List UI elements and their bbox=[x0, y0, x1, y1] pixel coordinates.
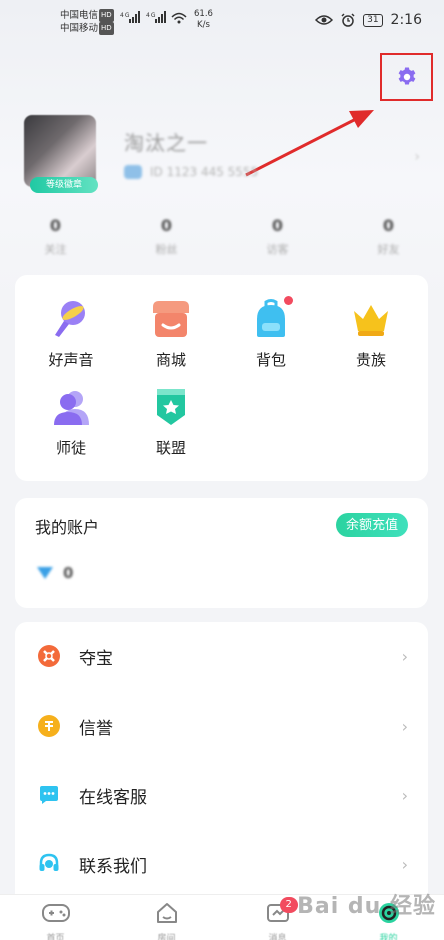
diamond-icon bbox=[37, 567, 53, 579]
feature-backpack[interactable]: 背包 bbox=[223, 296, 319, 370]
menu-item-contact-us[interactable]: 联系我们 › bbox=[15, 830, 428, 898]
tab-home[interactable]: 首页 bbox=[0, 895, 111, 940]
battery-indicator: 31 bbox=[363, 13, 383, 27]
carrier-1: 中国电信 bbox=[60, 10, 99, 21]
profile-tab-icon bbox=[378, 903, 399, 923]
status-right: 31 2:16 bbox=[315, 12, 422, 28]
user-id: ID 1123 445 5555 bbox=[124, 165, 258, 179]
hd-badge: HD bbox=[99, 9, 114, 22]
carrier-2: 中国移动 bbox=[60, 23, 99, 34]
notification-dot bbox=[284, 296, 293, 305]
menu-item-credit[interactable]: 信誉 › bbox=[15, 692, 428, 760]
credit-icon bbox=[38, 715, 60, 737]
signal-icon: 4G 4G bbox=[120, 11, 187, 24]
network-speed: 61.6 K/s bbox=[194, 9, 213, 30]
tab-mine[interactable]: 我的 bbox=[333, 895, 444, 940]
feature-good-voice[interactable]: 好声音 bbox=[23, 297, 119, 370]
id-icon bbox=[124, 165, 142, 179]
tab-room[interactable]: 房间 bbox=[111, 895, 222, 940]
stat-item[interactable]: 0 好友 bbox=[333, 216, 444, 266]
headset-icon bbox=[39, 853, 59, 871]
microphone-icon bbox=[49, 297, 93, 341]
treasure-icon bbox=[38, 645, 60, 667]
crown-icon bbox=[349, 297, 393, 341]
chat-icon bbox=[40, 786, 58, 804]
alarm-icon bbox=[341, 13, 355, 27]
account-card: 我的账户 余额充值 0 bbox=[15, 498, 428, 608]
stats-row: 0 关注 0 粉丝 0 访客 0 好友 bbox=[0, 216, 444, 266]
signal-icons: 4G 4G bbox=[120, 9, 190, 27]
profile-header[interactable]: 等级徽章 淘汰之一 ID 1123 445 5555 › bbox=[24, 115, 424, 195]
gear-icon bbox=[398, 67, 415, 85]
chevron-right-icon: › bbox=[414, 149, 420, 165]
clock: 2:16 bbox=[390, 12, 422, 28]
account-title: 我的账户 bbox=[35, 518, 100, 537]
tab-messages[interactable]: 2 消息 bbox=[222, 895, 333, 940]
chevron-right-icon: › bbox=[401, 785, 408, 805]
hd-badge: HD bbox=[99, 22, 114, 35]
nickname: 淘汰之一 bbox=[124, 131, 208, 155]
level-badge: 等级徽章 bbox=[30, 177, 98, 193]
features-card: 好声音 商城 背包 贵族 师徒 联盟 bbox=[15, 275, 428, 481]
chevron-right-icon: › bbox=[401, 716, 408, 736]
menu-card: 夺宝 › 信誉 › 在线客服 › 联系我们 › bbox=[15, 622, 428, 894]
svg-text:4G: 4G bbox=[146, 12, 156, 19]
feature-mentor[interactable]: 师徒 bbox=[23, 385, 119, 458]
mentor-icon bbox=[49, 385, 93, 429]
bottom-tab-bar: 首页 房间 2 消息 我的 bbox=[0, 894, 444, 940]
svg-text:4G: 4G bbox=[120, 12, 130, 19]
eye-icon bbox=[315, 15, 334, 25]
alliance-shield-icon bbox=[149, 385, 193, 429]
recharge-button[interactable]: 余额充值 bbox=[335, 513, 408, 537]
chevron-right-icon: › bbox=[401, 646, 408, 666]
carrier-info: 中国电信 HD 中国移动 HD bbox=[60, 9, 114, 35]
feature-nobility[interactable]: 贵族 bbox=[323, 297, 419, 370]
backpack-icon bbox=[249, 296, 293, 341]
home-icon bbox=[156, 903, 177, 923]
gamepad-icon bbox=[41, 904, 70, 922]
message-badge: 2 bbox=[279, 897, 298, 913]
menu-item-customer-service[interactable]: 在线客服 › bbox=[15, 761, 428, 829]
stat-item[interactable]: 0 访客 bbox=[222, 216, 333, 266]
feature-alliance[interactable]: 联盟 bbox=[123, 385, 219, 458]
menu-item-treasure[interactable]: 夺宝 › bbox=[15, 622, 428, 690]
balance: 0 bbox=[37, 564, 73, 582]
status-bar: 中国电信 HD 中国移动 HD 4G 4G 61.6 K/s 31 2:16 bbox=[0, 0, 444, 40]
chevron-right-icon: › bbox=[401, 854, 408, 874]
feature-shop[interactable]: 商城 bbox=[123, 297, 219, 370]
shop-icon bbox=[149, 297, 193, 341]
stat-item[interactable]: 0 关注 bbox=[0, 216, 111, 266]
stat-item[interactable]: 0 粉丝 bbox=[111, 216, 222, 266]
settings-button[interactable] bbox=[380, 53, 433, 101]
